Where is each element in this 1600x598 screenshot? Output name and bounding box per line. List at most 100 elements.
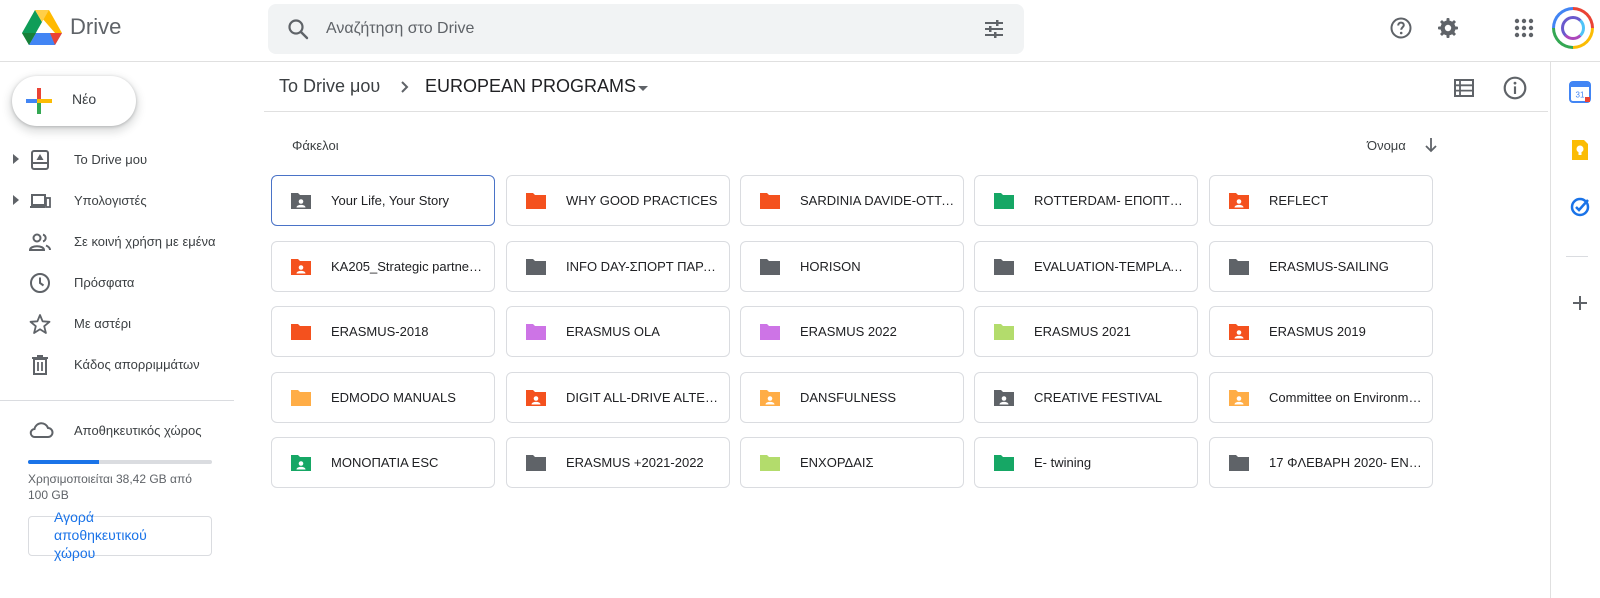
sidebar-item-label: Κάδος απορριμμάτων (74, 357, 200, 372)
folder-name: Committee on Environment (1269, 390, 1424, 405)
help-icon[interactable] (1389, 16, 1413, 40)
sidebar-item-label: Υπολογιστές (74, 193, 147, 208)
folder-card[interactable]: Committee on Environment (1209, 372, 1433, 423)
trash-icon (32, 355, 48, 375)
sidebar-item-computers[interactable]: Υπολογιστές (0, 183, 240, 219)
search-input[interactable] (326, 4, 946, 54)
folder-name: DIGIT ALL-DRIVE ALTERNATIVE (566, 390, 721, 405)
sidebar-item-shared[interactable]: Σε κοινή χρήση με εμένα (0, 224, 240, 260)
folder-card[interactable]: ERASMUS +2021-2022 (506, 437, 730, 488)
sidebar-item-label: Σε κοινή χρήση με εμένα (74, 234, 216, 249)
folder-name: INFO DAY-ΣΠΟΡΤ ΠΑΡΑΔΟΣΗ (566, 259, 721, 274)
expand-caret-icon[interactable] (13, 195, 19, 205)
folder-name: ERASMUS-SAILING (1269, 259, 1389, 274)
search-box[interactable] (268, 4, 1024, 54)
sidebar-item-starred[interactable]: Με αστέρι (0, 306, 240, 342)
folder-name: ΕΝΧΟΡΔΑΙΣ (800, 455, 874, 470)
tune-icon[interactable] (982, 17, 1006, 41)
folder-name: KA205_Strategic partnership (331, 259, 486, 274)
folder-card[interactable]: DIGIT ALL-DRIVE ALTERNATIVE (506, 372, 730, 423)
sort-by-name[interactable]: Όνομα (1367, 138, 1406, 153)
folder-card[interactable]: EVALUATION-TEMPLATES (974, 241, 1198, 292)
folder-icon (291, 324, 311, 340)
search-icon[interactable] (286, 17, 310, 41)
expand-caret-icon[interactable] (13, 154, 19, 164)
breadcrumb-current[interactable]: EUROPEAN PROGRAMS (425, 76, 636, 97)
folder-name: REFLECT (1269, 193, 1329, 208)
folder-card[interactable]: ERASMUS 2021 (974, 306, 1198, 357)
folder-icon (526, 193, 546, 209)
folder-card[interactable]: DANSFULNESS (740, 372, 964, 423)
folder-card[interactable]: KA205_Strategic partnership (271, 241, 495, 292)
info-icon[interactable] (1502, 75, 1528, 101)
sidebar-item-trash[interactable]: Κάδος απορριμμάτων (0, 347, 240, 383)
folder-icon (994, 193, 1014, 209)
new-button[interactable]: Νέο (12, 76, 136, 126)
shared-folder-icon (1229, 193, 1249, 209)
sidebar-item-my-drive[interactable]: Το Drive μου (0, 142, 240, 178)
folder-name: ERASMUS-2018 (331, 324, 429, 339)
shared-folder-icon (994, 390, 1014, 406)
shared-icon (28, 233, 51, 251)
drive-logo-icon[interactable] (22, 10, 62, 46)
main-divider (264, 111, 1548, 112)
folder-card[interactable]: 17 ΦΛΕΒΑΡΗ 2020- ΕΝΧΟΡΔΑΙΣ (1209, 437, 1433, 488)
folder-icon (291, 390, 311, 406)
folder-icon (760, 324, 780, 340)
account-avatar[interactable] (1552, 7, 1594, 49)
folder-card[interactable]: ERASMUS-SAILING (1209, 241, 1433, 292)
folder-name: ΜΟΝΟΠΑΤΙΑ ESC (331, 455, 439, 470)
folder-card[interactable]: ERASMUS 2019 (1209, 306, 1433, 357)
folder-card[interactable]: E- twining (974, 437, 1198, 488)
folder-card[interactable]: SARDINIA DAVIDE-OTTAVIO (740, 175, 964, 226)
chevron-right-icon (401, 81, 409, 93)
folder-icon (760, 455, 780, 471)
settings-icon[interactable] (1436, 16, 1460, 40)
folder-card[interactable]: ERASMUS-2018 (271, 306, 495, 357)
storage-usage-text: Χρησιμοποιείται 38,42 GB από 100 GB (28, 472, 192, 502)
add-app-icon[interactable] (1570, 293, 1590, 313)
breadcrumb-root[interactable]: Το Drive μου (279, 76, 380, 97)
tasks-icon[interactable] (1568, 195, 1592, 219)
storage-label[interactable]: Αποθηκευτικός χώρος (74, 423, 202, 438)
folder-card[interactable]: ΜΟΝΟΠΑΤΙΑ ESC (271, 437, 495, 488)
keep-icon[interactable] (1568, 138, 1592, 162)
folder-card[interactable]: HORISON (740, 241, 964, 292)
folder-card[interactable]: ROTTERDAM- ΕΠΟΠΤΕΙΑ (974, 175, 1198, 226)
folder-name: ERASMUS 2021 (1034, 324, 1131, 339)
folder-menu-caret-icon[interactable] (638, 86, 648, 91)
folder-name: EVALUATION-TEMPLATES (1034, 259, 1189, 274)
folder-icon (526, 259, 546, 275)
sidebar-item-label: Πρόσφατα (74, 275, 135, 290)
avatar-logo-icon (1561, 16, 1585, 40)
apps-grid-icon[interactable] (1512, 16, 1536, 40)
folder-name: WHY GOOD PRACTICES (566, 193, 718, 208)
side-panel-divider (1550, 62, 1551, 598)
shared-folder-icon (760, 390, 780, 406)
folder-card[interactable]: ERASMUS 2022 (740, 306, 964, 357)
folder-card[interactable]: INFO DAY-ΣΠΟΡΤ ΠΑΡΑΔΟΣΗ (506, 241, 730, 292)
folder-icon (1229, 455, 1249, 471)
folder-name: DANSFULNESS (800, 390, 897, 405)
folder-card[interactable]: ΕΝΧΟΡΔΑΙΣ (740, 437, 964, 488)
folder-name: ERASMUS 2019 (1269, 324, 1366, 339)
top-bar: Drive (0, 0, 1600, 62)
folder-card[interactable]: REFLECT (1209, 175, 1433, 226)
folder-icon (1229, 259, 1249, 275)
folder-card[interactable]: Your Life, Your Story (271, 175, 495, 226)
folder-card[interactable]: EDMODO MANUALS (271, 372, 495, 423)
folder-card[interactable]: CREATIVE FESTIVAL (974, 372, 1198, 423)
folder-icon (994, 259, 1014, 275)
shared-folder-icon (291, 455, 311, 471)
folder-name: ROTTERDAM- ΕΠΟΠΤΕΙΑ (1034, 193, 1189, 208)
calendar-icon[interactable]: 31 (1568, 80, 1592, 104)
arrow-down-icon[interactable] (1422, 136, 1440, 154)
folder-card[interactable]: ERASMUS OLA (506, 306, 730, 357)
folder-name: ERASMUS 2022 (800, 324, 897, 339)
folder-name: E- twining (1034, 455, 1092, 470)
list-view-icon[interactable] (1452, 76, 1476, 100)
sidebar-item-recent[interactable]: Πρόσφατα (0, 265, 240, 301)
buy-storage-button[interactable]: Αγορά αποθηκευτικού χώρου (28, 509, 212, 561)
folder-icon (994, 324, 1014, 340)
folder-card[interactable]: WHY GOOD PRACTICES (506, 175, 730, 226)
